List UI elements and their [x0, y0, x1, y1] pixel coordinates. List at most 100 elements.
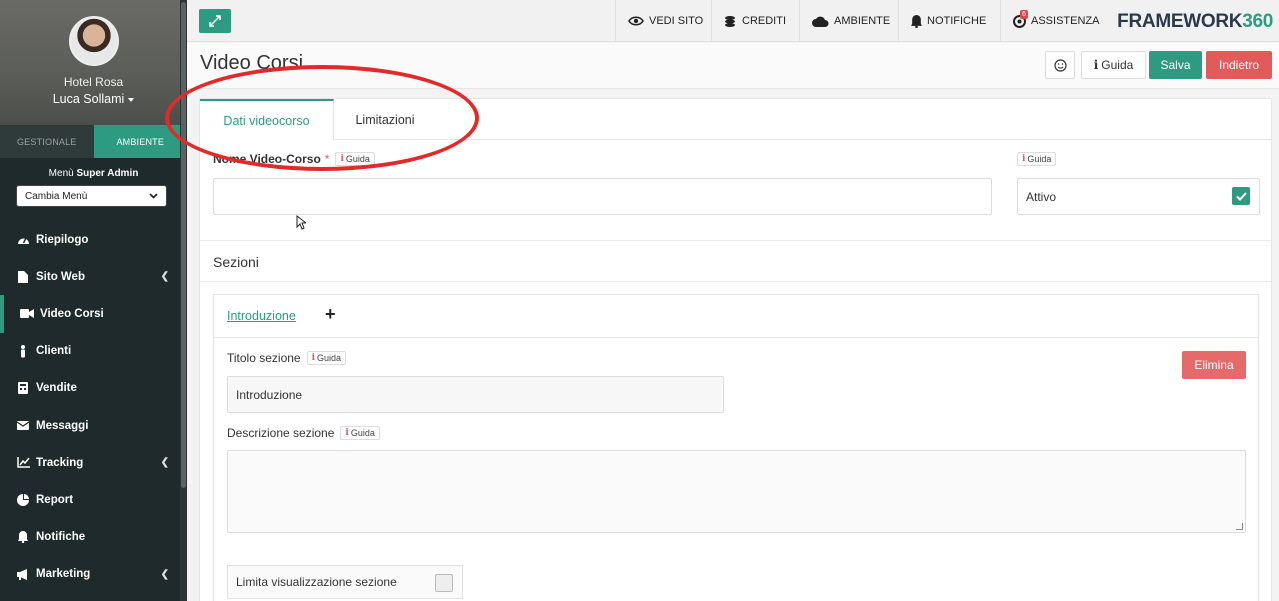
sidebar-item-clienti[interactable]: Clienti — [0, 333, 187, 370]
bell-icon — [911, 14, 922, 28]
descrizione-label-row: Descrizione sezione i Guida — [227, 426, 380, 440]
menu-select[interactable]: Cambia Menù — [16, 185, 167, 207]
sidebar-item-label: Report — [36, 493, 74, 506]
sidebar-item-label: Vendite — [36, 382, 77, 395]
info-icon: i — [311, 353, 316, 363]
sidebar-item-sito-web[interactable]: Sito Web ❮ — [0, 258, 187, 295]
profile-panel: Hotel Rosa Luca Sollami — [0, 0, 187, 125]
section-tab-introduzione[interactable]: Introduzione — [227, 309, 296, 323]
info-icon: i — [1022, 154, 1026, 164]
form-tabs: Dati videocorso Limitazioni — [200, 99, 1271, 141]
tab-limitazioni[interactable]: Limitazioni — [334, 99, 436, 140]
assistenza-label: ASSISTENZA — [1031, 15, 1100, 27]
nome-label-row: Nome Video-Corso * i Guida — [213, 152, 375, 166]
crediti-label: CREDITI — [742, 15, 786, 27]
coins-icon — [724, 15, 737, 28]
assistenza-link[interactable]: 6 ASSISTENZA — [1000, 0, 1111, 42]
vedi-sito-link[interactable]: VEDI SITO — [615, 0, 715, 42]
guida-chip-label: Guida — [350, 428, 375, 438]
titolo-label: Titolo sezione — [227, 351, 301, 365]
sidebar-item-label: Marketing — [36, 568, 91, 581]
person-icon — [16, 344, 30, 358]
assistenza-badge: 6 — [1020, 10, 1028, 19]
sidebar-nav: Riepilogo Sito Web ❮ Video Corsi Clienti… — [0, 221, 187, 593]
sidebar-item-marketing[interactable]: Marketing ❮ — [0, 556, 187, 593]
guida-chip[interactable]: i Guida — [306, 351, 347, 365]
user-name: Luca Sollami — [52, 92, 125, 106]
back-button[interactable]: Indietro — [1206, 51, 1272, 79]
ambiente-link[interactable]: AMBIENTE — [799, 0, 902, 42]
caret-down-icon — [128, 97, 135, 102]
section-editor: Introduzione + Titolo sezione i Guida Eli… — [213, 294, 1259, 601]
menu-select-value: Cambia Menù — [25, 190, 88, 202]
crediti-link[interactable]: CREDITI — [711, 0, 798, 42]
avatar[interactable] — [68, 16, 119, 66]
sidebar-item-tracking[interactable]: Tracking ❮ — [0, 444, 187, 481]
expand-icon — [209, 15, 221, 27]
limita-checkbox[interactable] — [435, 574, 453, 592]
sidebar-item-riepilogo[interactable]: Riepilogo — [0, 221, 187, 258]
tab-gestionale[interactable]: GESTIONALE — [0, 125, 94, 158]
chevron-left-icon: ❮ — [160, 271, 169, 283]
bell-icon — [16, 530, 30, 544]
sidebar-item-label: Messaggi — [36, 419, 89, 432]
brand-main: FRAMEWORK — [1117, 11, 1243, 32]
ambiente-label: AMBIENTE — [834, 15, 891, 27]
sidebar-item-notifiche[interactable]: Notifiche — [0, 519, 187, 556]
guida-button[interactable]: i Guida — [1081, 51, 1146, 79]
megaphone-icon — [16, 567, 30, 581]
section-tabs: Introduzione + — [214, 295, 1258, 338]
info-icon: i — [345, 428, 349, 438]
brand-logo: FRAMEWORK360 — [1117, 11, 1273, 33]
sidebar-scrollbar[interactable] — [180, 0, 187, 601]
notifiche-link[interactable]: NOTIFICHE — [898, 0, 998, 42]
cloud-icon — [812, 16, 829, 27]
brand-number: 360 — [1242, 11, 1273, 32]
sidebar-item-label: Notifiche — [36, 531, 86, 544]
save-button[interactable]: Salva — [1149, 51, 1202, 79]
dashboard-icon — [16, 233, 30, 247]
sidebar-item-messaggi[interactable]: Messaggi — [0, 407, 187, 444]
smiley-icon — [1053, 58, 1067, 72]
video-camera-icon — [20, 307, 34, 321]
sezioni-title: Sezioni — [213, 254, 259, 270]
attivo-checkbox[interactable] — [1232, 187, 1250, 205]
guida-chip[interactable]: i Guida — [335, 152, 375, 166]
descrizione-sezione-textarea[interactable] — [227, 450, 1246, 533]
environment-tabs: GESTIONALE AMBIENTE — [0, 125, 187, 158]
guida-chip-label: Guida — [317, 353, 342, 363]
feedback-button[interactable] — [1045, 51, 1075, 79]
info-icon: i — [1093, 58, 1099, 72]
video-course-form: Dati videocorso Limitazioni Nome Video-C… — [199, 98, 1272, 601]
guida-label: Guida — [1101, 58, 1134, 72]
divider — [200, 240, 1271, 241]
calculator-icon — [16, 381, 30, 395]
attivo-field: Attivo — [1017, 178, 1260, 215]
guida-chip[interactable]: i Guida — [340, 426, 380, 440]
guida-chip-label: Guida — [1027, 154, 1052, 164]
limita-visualizzazione-field: Limita visualizzazione sezione — [227, 565, 463, 599]
info-icon: i — [340, 154, 344, 164]
sidebar-item-label: Video Corsi — [40, 307, 104, 320]
sidebar-item-video-corsi[interactable]: Video Corsi — [0, 295, 187, 333]
titolo-sezione-input[interactable]: Introduzione — [227, 376, 724, 413]
pie-chart-icon — [16, 493, 30, 507]
tab-dati-videocorso[interactable]: Dati videocorso — [200, 99, 334, 141]
required-mark: * — [324, 152, 330, 166]
delete-section-button[interactable]: Elimina — [1182, 351, 1246, 379]
sidebar-item-report[interactable]: Report — [0, 481, 187, 518]
nome-video-corso-input[interactable] — [213, 178, 992, 215]
tab-ambiente[interactable]: AMBIENTE — [93, 125, 187, 158]
expand-button[interactable] — [199, 9, 231, 33]
guida-chip[interactable]: i Guida — [1017, 152, 1057, 166]
sidebar-item-vendite[interactable]: Vendite — [0, 370, 187, 407]
user-menu[interactable]: Luca Sollami — [0, 92, 187, 106]
nome-label: Nome Video-Corso — [213, 152, 321, 166]
chevron-down-icon — [149, 193, 158, 199]
resize-handle[interactable] — [1236, 523, 1243, 530]
menu-label-role: Super Admin — [76, 168, 139, 179]
sidebar-item-label: Sito Web — [36, 270, 85, 283]
scrollbar-thumb[interactable] — [181, 2, 186, 488]
mouse-cursor-icon — [296, 215, 306, 230]
add-section-button[interactable]: + — [325, 304, 336, 325]
